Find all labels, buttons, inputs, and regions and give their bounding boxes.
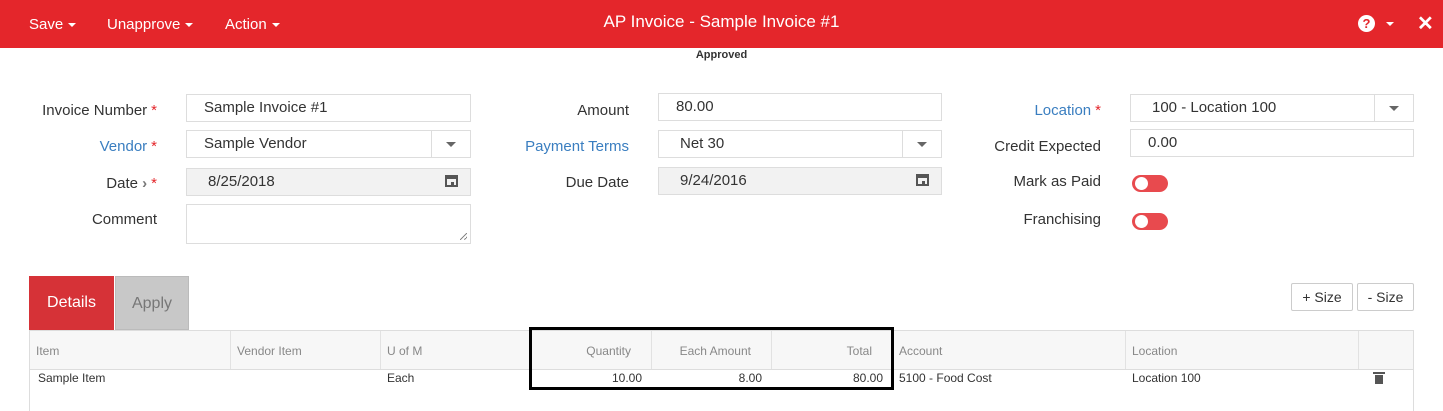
dropdown-arrow-icon[interactable] bbox=[1374, 95, 1413, 121]
cell-uom[interactable]: Each bbox=[387, 371, 414, 385]
tab-apply[interactable]: Apply bbox=[115, 276, 189, 330]
chevron-right-icon[interactable]: › bbox=[142, 175, 147, 192]
column-header-account[interactable]: Account bbox=[893, 331, 1126, 369]
credit-expected-field[interactable]: 0.00 bbox=[1130, 129, 1414, 157]
date-field[interactable]: 8/25/2018 bbox=[186, 168, 471, 196]
payment-terms-select[interactable]: Net 30 bbox=[658, 130, 942, 158]
due-date-value: 9/24/2016 bbox=[680, 172, 747, 189]
comment-textarea[interactable] bbox=[186, 204, 471, 244]
amount-label: Amount bbox=[577, 102, 629, 119]
column-header-item[interactable]: Item bbox=[30, 331, 231, 369]
date-label: Date › * bbox=[106, 175, 157, 192]
top-bar: Save Unapprove Action AP Invoice - Sampl… bbox=[0, 0, 1443, 48]
question-circle-icon[interactable]: ? bbox=[1358, 15, 1375, 32]
mark-as-paid-label: Mark as Paid bbox=[1013, 173, 1101, 190]
cell-item[interactable]: Sample Item bbox=[38, 371, 105, 385]
column-header-location[interactable]: Location bbox=[1126, 331, 1359, 369]
trash-icon[interactable] bbox=[1373, 372, 1385, 384]
invoice-number-field[interactable]: Sample Invoice #1 bbox=[186, 94, 471, 122]
calendar-icon[interactable] bbox=[916, 174, 929, 186]
comment-label: Comment bbox=[91, 211, 157, 228]
required-marker: * bbox=[1095, 102, 1101, 119]
invoice-number-label: Invoice Number * bbox=[42, 102, 157, 119]
calendar-icon[interactable] bbox=[445, 175, 458, 187]
required-marker: * bbox=[151, 138, 157, 155]
dropdown-arrow-icon[interactable] bbox=[431, 131, 470, 157]
date-value: 8/25/2018 bbox=[208, 173, 275, 190]
location-value: 100 - Location 100 bbox=[1152, 99, 1277, 116]
dropdown-arrow-icon[interactable] bbox=[902, 131, 941, 157]
column-header-vendor-item[interactable]: Vendor Item bbox=[231, 331, 381, 369]
location-label[interactable]: Location * bbox=[960, 102, 1101, 119]
franchising-toggle[interactable] bbox=[1132, 213, 1168, 230]
required-marker: * bbox=[151, 102, 157, 119]
vendor-label[interactable]: Vendor * bbox=[20, 138, 157, 155]
location-select[interactable]: 100 - Location 100 bbox=[1130, 94, 1414, 122]
vendor-select[interactable]: Sample Vendor bbox=[186, 130, 471, 158]
cell-account[interactable]: 5100 - Food Cost bbox=[899, 371, 992, 385]
cell-location[interactable]: Location 100 bbox=[1132, 371, 1201, 385]
page-title: AP Invoice - Sample Invoice #1 bbox=[603, 12, 840, 31]
decrease-size-button[interactable]: - Size bbox=[1357, 283, 1414, 311]
mark-as-paid-toggle[interactable] bbox=[1132, 175, 1168, 192]
tab-details[interactable]: Details bbox=[29, 276, 114, 330]
due-date-label: Due Date bbox=[565, 174, 629, 191]
due-date-field[interactable]: 9/24/2016 bbox=[658, 167, 942, 195]
chevron-down-icon[interactable] bbox=[1386, 22, 1394, 26]
credit-expected-label: Credit Expected bbox=[994, 138, 1101, 155]
column-header-uom[interactable]: U of M bbox=[381, 331, 531, 369]
column-header-actions bbox=[1359, 331, 1414, 369]
required-marker: * bbox=[151, 175, 157, 192]
increase-size-button[interactable]: + Size bbox=[1291, 283, 1353, 311]
payment-terms-label[interactable]: Payment Terms bbox=[480, 138, 629, 155]
resize-handle-icon[interactable] bbox=[460, 233, 467, 240]
close-icon[interactable]: ✕ bbox=[1417, 11, 1434, 36]
status-badge: Approved bbox=[695, 49, 748, 61]
payment-terms-value: Net 30 bbox=[680, 135, 725, 152]
vendor-value: Sample Vendor bbox=[204, 135, 307, 152]
amount-field[interactable]: 80.00 bbox=[658, 93, 942, 121]
franchising-label: Franchising bbox=[1023, 211, 1101, 228]
highlight-box bbox=[529, 327, 894, 390]
